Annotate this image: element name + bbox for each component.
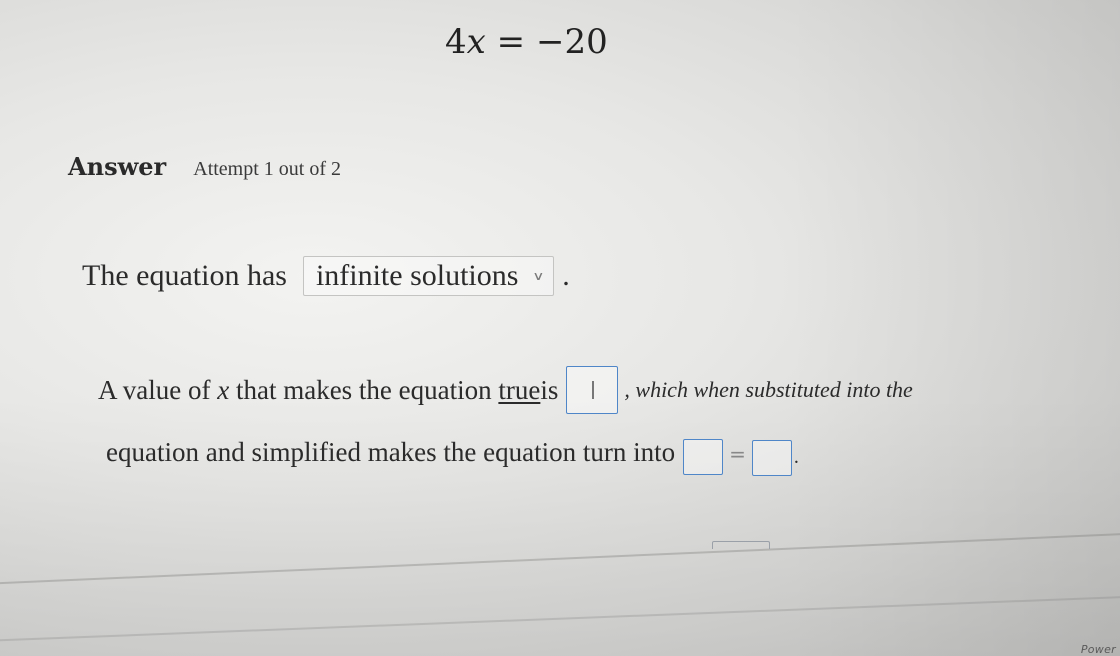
equation-rhs: −20 <box>535 22 608 62</box>
value-sentence-part2: that makes the equation <box>235 374 492 405</box>
answer-header: Answer Attempt 1 out of 2 <box>68 152 341 181</box>
problem-equation: 4x = −20 <box>445 22 608 62</box>
equation-equals: = <box>496 22 526 62</box>
chevron-down-icon: ∨ <box>532 269 545 283</box>
text-caret <box>592 381 594 399</box>
screen-edge-line <box>0 530 1120 585</box>
solutions-prefix: The equation has <box>82 259 287 292</box>
equation-coefficient: 4 <box>445 22 467 62</box>
power-brand-label: Power <box>1080 643 1116 656</box>
attempt-counter: Attempt 1 out of 2 <box>193 158 342 180</box>
value-sentence-after-box: , which when substituted into the <box>624 377 913 402</box>
x-value-input[interactable] <box>566 366 619 414</box>
equals-sign: = <box>729 442 746 466</box>
small-tab-outline <box>712 541 770 549</box>
simplified-sentence-part1: equation and simplified makes the equati… <box>106 436 676 467</box>
solutions-dropdown[interactable]: infinite solutions ∨ <box>302 256 555 296</box>
value-sentence: A value of x that makes the equation tru… <box>98 366 913 414</box>
answer-label: Answer <box>68 152 167 181</box>
simplified-sentence: equation and simplified makes the equati… <box>106 428 799 476</box>
value-sentence-variable: x <box>217 374 230 405</box>
simplified-sentence-end: . <box>793 445 799 468</box>
solutions-sentence: The equation has infinite solutions ∨ . <box>82 256 570 296</box>
value-sentence-part1: A value of <box>98 374 211 405</box>
screen-bezel-line <box>0 593 1120 642</box>
equation-variable: x <box>466 22 486 62</box>
solutions-suffix: . <box>562 259 570 292</box>
left-side-input[interactable] <box>683 439 724 475</box>
value-sentence-true: true <box>498 374 541 405</box>
right-side-input[interactable] <box>751 440 792 476</box>
value-sentence-part3: is <box>540 374 559 405</box>
solutions-dropdown-value: infinite solutions <box>315 259 519 292</box>
